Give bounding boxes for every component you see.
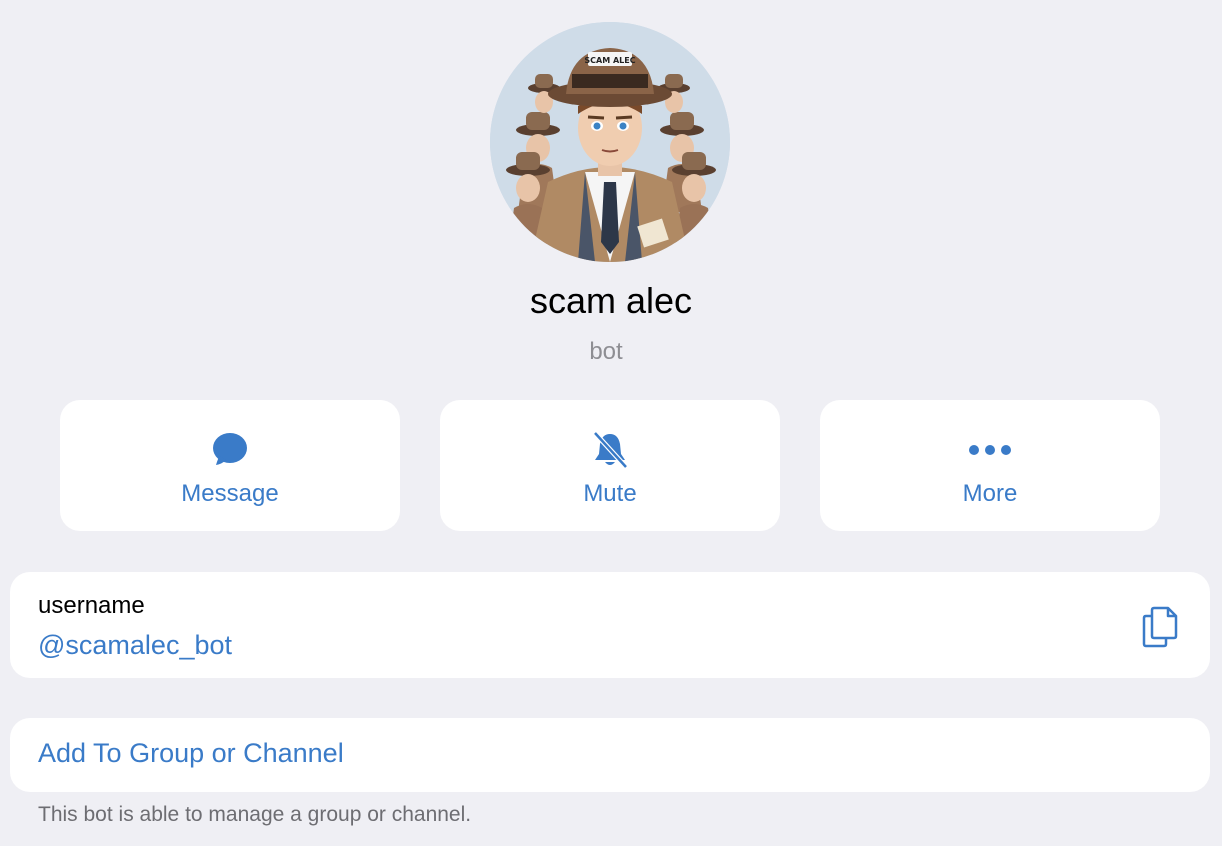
bell-slash-icon [440, 430, 780, 470]
ellipsis-icon [820, 430, 1160, 470]
mute-button[interactable]: Mute [440, 400, 780, 531]
message-button[interactable]: Message [60, 400, 400, 531]
avatar-image: SCAM ALEC [490, 22, 730, 262]
avatar[interactable]: SCAM ALEC [490, 22, 730, 262]
profile-status: bot [589, 338, 623, 365]
username-value[interactable]: @scamalec_bot [38, 630, 232, 661]
username-card[interactable]: username @scamalec_bot [10, 572, 1210, 678]
mute-button-label: Mute [583, 480, 637, 507]
hat-band-label: SCAM ALEC [584, 56, 635, 65]
message-button-label: Message [181, 480, 279, 507]
more-button[interactable]: More [820, 400, 1160, 531]
add-to-group-note: This bot is able to manage a group or ch… [38, 803, 472, 826]
more-button-label: More [962, 480, 1018, 507]
add-to-group-button[interactable]: Add To Group or Channel [10, 718, 1210, 792]
message-bubble-icon [60, 430, 400, 470]
add-to-group-label: Add To Group or Channel [38, 738, 344, 768]
profile-name: scam alec [529, 280, 693, 321]
username-label: username [38, 592, 145, 619]
copy-icon[interactable] [1140, 604, 1180, 648]
